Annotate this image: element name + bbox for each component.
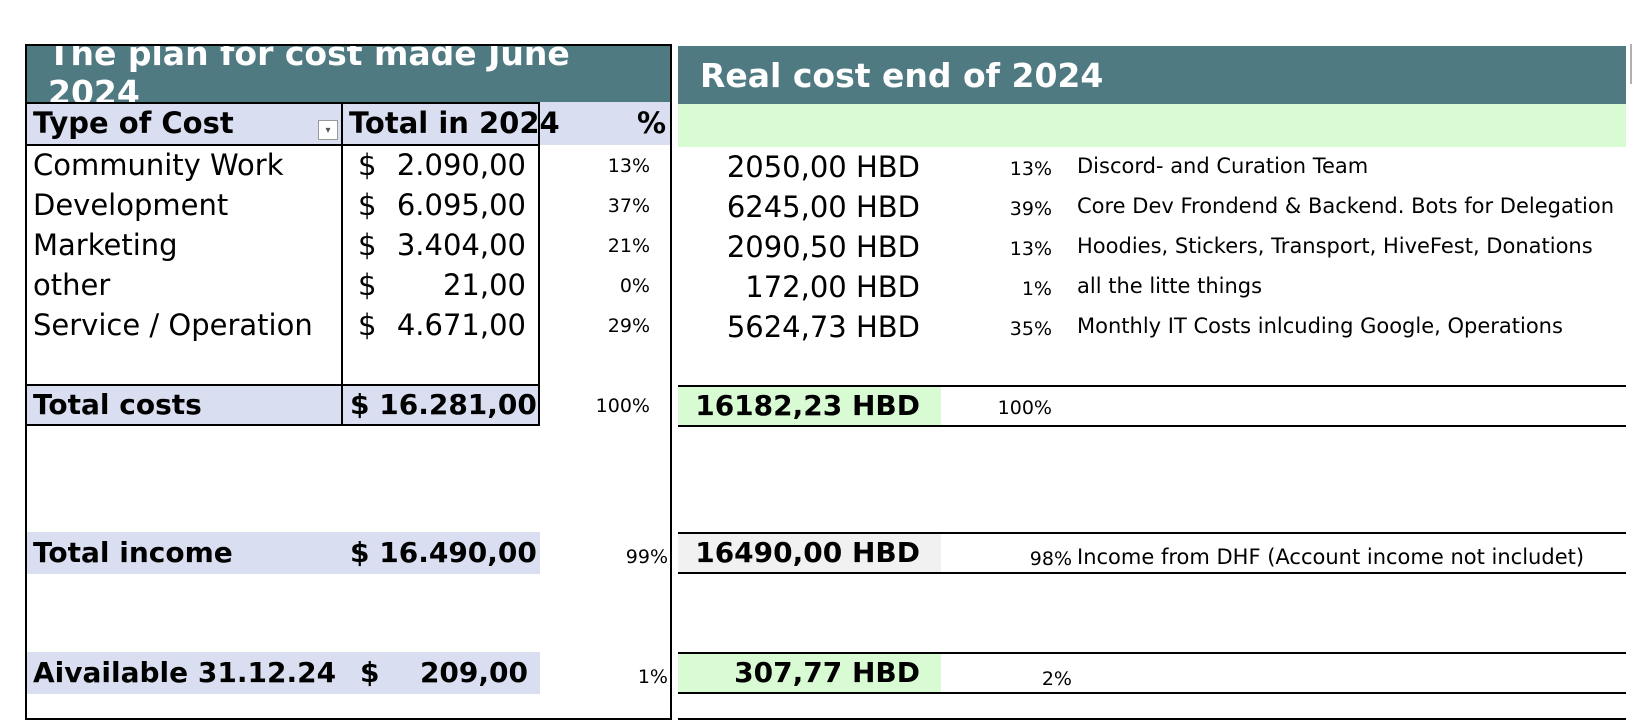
plan-row-amount: 6.095,00 — [396, 188, 526, 222]
plan-total-income-label: Total income — [33, 536, 233, 569]
real-total-costs-amount: 16182,23 HBD — [695, 389, 920, 422]
plan-header-total: Total in 2024 — [349, 106, 560, 140]
plan-row-amount: 4.671,00 — [396, 308, 526, 342]
real-row-pct: 13% — [1009, 238, 1052, 260]
filter-dropdown-icon[interactable]: ▾ — [318, 120, 338, 140]
real-row-note: Discord- and Curation Team — [1077, 154, 1369, 178]
plan-row-pct: 37% — [607, 195, 650, 217]
plan-header-type: Type of Cost — [33, 106, 234, 140]
plan-total-costs-label: Total costs — [33, 388, 202, 421]
real-row-amount: 2090,50 HBD — [726, 230, 920, 264]
plan-header-pct: % — [636, 106, 666, 140]
plan-row-type: Service / Operation — [33, 308, 313, 342]
plan-available-label: Aivailable 31.12.24 — [33, 656, 337, 689]
real-line-available-top — [678, 652, 1626, 654]
plan-row-currency: $ — [358, 148, 377, 182]
real-line-total-top — [678, 385, 1626, 387]
plan-row-type: Marketing — [33, 228, 178, 262]
plan-border-bottom — [25, 718, 672, 720]
real-row-pct: 39% — [1009, 198, 1052, 220]
plan-row-currency: $ — [358, 188, 377, 222]
plan-available-amount: 209,00 — [419, 656, 528, 689]
plan-table-line-top — [25, 102, 540, 104]
real-row-amount: 6245,00 HBD — [726, 190, 920, 224]
real-header-band — [678, 104, 1626, 147]
plan-table-col-right — [538, 102, 540, 425]
real-row-note: Core Dev Frondend & Backend. Bots for De… — [1077, 194, 1615, 218]
real-total-income-amount: 16490,00 HBD — [695, 536, 920, 569]
plan-border-top — [25, 44, 672, 46]
plan-table-line-header — [25, 144, 540, 146]
plan-table-line-total-bottom — [25, 424, 540, 426]
plan-row-pct: 13% — [607, 155, 650, 177]
plan-row-pct: 0% — [619, 275, 650, 297]
real-row-pct: 13% — [1009, 158, 1052, 180]
plan-row-currency: $ — [358, 228, 377, 262]
plan-table-line-total-top — [25, 384, 540, 386]
plan-row-amount: 21,00 — [442, 268, 526, 302]
real-title: Real cost end of 2024 — [678, 46, 1626, 104]
real-line-total-bottom — [678, 425, 1626, 427]
real-line-bottom — [678, 718, 1626, 720]
plan-border-right — [670, 44, 672, 720]
real-available-pct: 2% — [1041, 668, 1072, 690]
real-row-note: Hoodies, Stickers, Transport, HiveFest, … — [1077, 234, 1593, 258]
real-line-income-top — [678, 532, 1626, 534]
plan-total-income-amount: $ 16.490,00 — [350, 536, 537, 569]
real-row-amount: 5624,73 HBD — [726, 310, 920, 344]
plan-total-costs-pct: 100% — [595, 395, 650, 417]
real-row-note: Monthly IT Costs inlcuding Google, Opera… — [1077, 314, 1563, 338]
plan-row-amount: 3.404,00 — [396, 228, 526, 262]
plan-row-currency: $ — [358, 268, 377, 302]
real-row-amount: 172,00 HBD — [745, 270, 920, 304]
plan-row-amount: 2.090,00 — [396, 148, 526, 182]
real-line-income-bottom — [678, 572, 1626, 574]
plan-table-col-divider — [341, 102, 343, 425]
plan-row-type: Community Work — [33, 148, 284, 182]
plan-row-type: other — [33, 268, 111, 302]
plan-available-pct: 1% — [637, 666, 668, 688]
real-row-amount: 2050,00 HBD — [726, 150, 920, 184]
plan-total-income-pct: 99% — [625, 546, 668, 568]
sheet-edge — [1630, 44, 1632, 84]
plan-row-type: Development — [33, 188, 229, 222]
plan-row-pct: 29% — [607, 315, 650, 337]
plan-available-currency: $ — [360, 656, 380, 689]
plan-row-pct: 21% — [607, 235, 650, 257]
real-row-note: all the litte things — [1077, 274, 1263, 298]
real-title-text: Real cost end of 2024 — [700, 55, 1104, 95]
plan-title: The plan for cost made June 2024 — [26, 34, 671, 112]
real-total-income-pct: 98% — [1029, 548, 1072, 570]
real-row-pct: 35% — [1009, 318, 1052, 340]
plan-row-currency: $ — [358, 308, 377, 342]
real-row-pct: 1% — [1021, 278, 1052, 300]
real-line-available-bottom — [678, 692, 1626, 694]
plan-total-costs-amount: $ 16.281,00 — [350, 388, 537, 421]
real-available-amount: 307,77 HBD — [734, 656, 920, 689]
real-total-income-note: Income from DHF (Account income not incl… — [1077, 545, 1585, 569]
real-total-costs-pct: 100% — [997, 397, 1052, 419]
